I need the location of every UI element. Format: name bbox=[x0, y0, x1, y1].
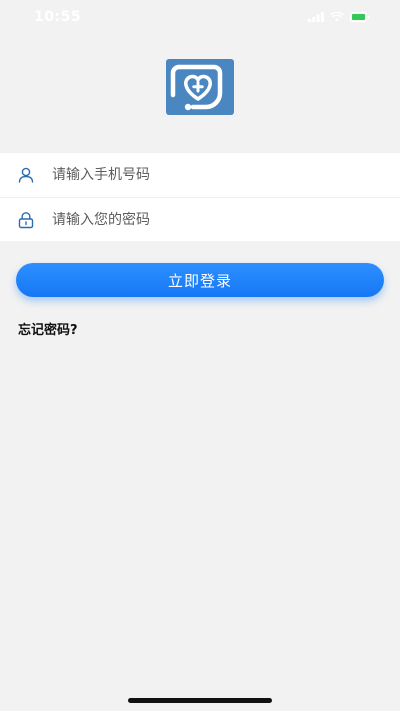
heart-stethoscope-logo-icon bbox=[166, 59, 234, 115]
battery-icon bbox=[350, 12, 370, 22]
status-time: 10:55 bbox=[34, 9, 82, 25]
phone-field bbox=[0, 153, 400, 197]
password-field bbox=[0, 197, 400, 242]
password-input[interactable] bbox=[52, 198, 384, 242]
user-icon bbox=[17, 166, 35, 184]
status-indicators bbox=[308, 12, 370, 22]
wifi-icon bbox=[330, 12, 344, 22]
app-logo bbox=[166, 59, 234, 115]
login-screen: 10:55 请输入手机号码 立即登录 忘记密码? bbox=[0, 0, 400, 711]
login-button[interactable]: 立即登录 bbox=[16, 263, 384, 297]
home-indicator bbox=[128, 698, 272, 703]
signal-icon bbox=[308, 12, 324, 22]
lock-icon bbox=[17, 211, 35, 229]
login-form bbox=[0, 153, 400, 242]
status-bar: 10:55 bbox=[0, 0, 400, 34]
phone-input[interactable] bbox=[52, 153, 384, 197]
forgot-password-link[interactable]: 忘记密码? bbox=[18, 319, 78, 338]
